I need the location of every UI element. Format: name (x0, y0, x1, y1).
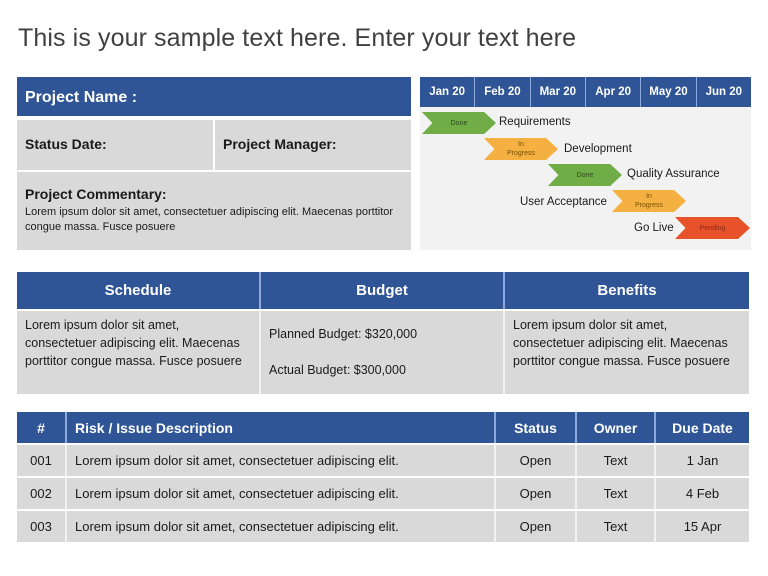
summary-header-row: Schedule Budget Benefits (17, 272, 749, 309)
phase-label: Quality Assurance (627, 168, 720, 180)
col-header-description: Risk / Issue Description (67, 412, 496, 443)
table-row: 003 Lorem ipsum dolor sit amet, consecte… (17, 511, 749, 542)
risk-number: 002 (17, 478, 67, 509)
risk-description: Lorem ipsum dolor sit amet, consectetuer… (67, 511, 496, 542)
status-chevron-in-progress: In Progress (612, 190, 686, 212)
table-row: 001 Lorem ipsum dolor sit amet, consecte… (17, 445, 749, 476)
risk-owner: Text (577, 445, 656, 476)
actual-budget: Actual Budget: $300,000 (269, 363, 406, 377)
status-text: In Progress (634, 193, 663, 209)
risk-status: Open (496, 511, 577, 542)
summary-body-row: Lorem ipsum dolor sit amet, consectetuer… (17, 311, 749, 394)
col-header-number: # (17, 412, 67, 443)
summary-table: Schedule Budget Benefits Lorem ipsum dol… (17, 272, 749, 394)
page-title: This is your sample text here. Enter you… (18, 24, 577, 52)
col-header-status: Status (496, 412, 577, 443)
status-chevron-in-progress: In Progress (484, 138, 558, 160)
risk-number: 001 (17, 445, 67, 476)
risk-description: Lorem ipsum dolor sit amet, consectetuer… (67, 445, 496, 476)
project-info-panel: Project Name : Status Date: Project Mana… (17, 77, 411, 250)
status-chevron-done: Done (422, 112, 496, 134)
month-header: Jan 20 (420, 77, 476, 107)
benefits-header: Benefits (505, 272, 749, 309)
col-header-owner: Owner (577, 412, 656, 443)
phase-label: User Acceptance (520, 196, 607, 208)
col-header-due-date: Due Date (656, 412, 749, 443)
risk-status: Open (496, 478, 577, 509)
status-chevron-pending: Pending (675, 217, 750, 239)
commentary-text: Lorem ipsum dolor sit amet, consectetuer… (25, 206, 394, 233)
timeline-panel: Jan 20 Feb 20 Mar 20 Apr 20 May 20 Jun 2… (420, 77, 751, 250)
risk-header-row: # Risk / Issue Description Status Owner … (17, 412, 749, 443)
project-commentary: Project Commentary: Lorem ipsum dolor si… (17, 172, 411, 250)
month-header: Apr 20 (585, 77, 642, 107)
risk-number: 003 (17, 511, 67, 542)
risk-status: Open (496, 445, 577, 476)
timeline-months: Jan 20 Feb 20 Mar 20 Apr 20 May 20 Jun 2… (420, 77, 751, 107)
status-chevron-done: Done (548, 164, 622, 186)
status-date-label: Status Date: (17, 120, 213, 170)
project-name-label: Project Name : (17, 77, 411, 118)
planned-budget: Planned Budget: $320,000 (269, 327, 418, 341)
project-meta-row: Status Date: Project Manager: (17, 120, 411, 170)
month-header: May 20 (641, 77, 697, 107)
risk-due-date: 15 Apr (656, 511, 749, 542)
month-header: Jun 20 (696, 77, 751, 107)
status-text: In Progress (506, 141, 535, 157)
risk-due-date: 4 Feb (656, 478, 749, 509)
phase-label: Requirements (499, 116, 571, 128)
risk-description: Lorem ipsum dolor sit amet, consectetuer… (67, 478, 496, 509)
risk-owner: Text (577, 478, 656, 509)
risk-table: # Risk / Issue Description Status Owner … (17, 412, 749, 543)
table-row: 002 Lorem ipsum dolor sit amet, consecte… (17, 478, 749, 509)
schedule-header: Schedule (17, 272, 261, 309)
benefits-text: Lorem ipsum dolor sit amet, consectetuer… (505, 311, 749, 394)
timeline-body: Done Requirements In Progress Development… (420, 107, 751, 250)
risk-due-date: 1 Jan (656, 445, 749, 476)
month-header: Feb 20 (475, 77, 531, 107)
month-header: Mar 20 (530, 77, 586, 107)
risk-owner: Text (577, 511, 656, 542)
project-manager-label: Project Manager: (215, 120, 411, 170)
commentary-label: Project Commentary: (25, 186, 167, 202)
phase-label: Development (564, 143, 632, 155)
budget-cell: Planned Budget: $320,000 Actual Budget: … (261, 311, 505, 394)
schedule-text: Lorem ipsum dolor sit amet, consectetuer… (17, 311, 261, 394)
budget-header: Budget (261, 272, 505, 309)
phase-label: Go Live (634, 222, 674, 234)
